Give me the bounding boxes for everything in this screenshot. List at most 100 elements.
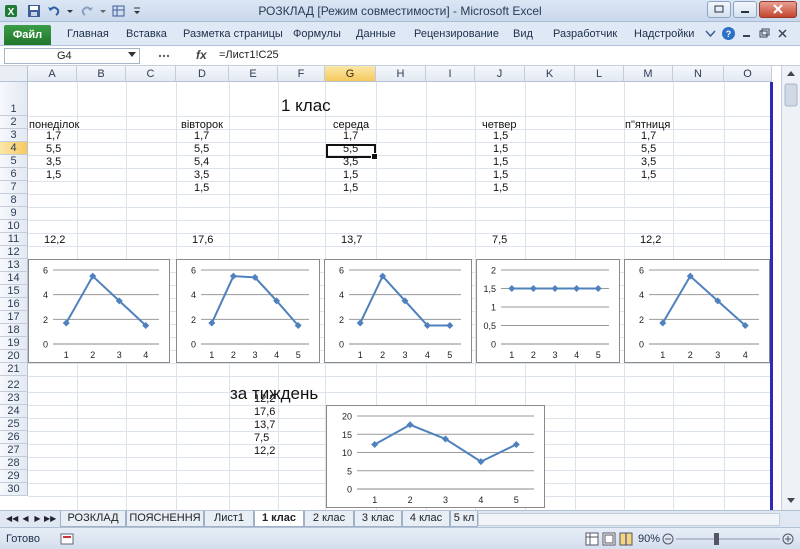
vertical-scrollbar[interactable] — [781, 66, 800, 510]
formula-bar-resize-icon[interactable] — [150, 49, 190, 63]
row-header-13[interactable]: 13 — [0, 259, 28, 272]
sheet-tab-1[interactable]: РОЗКЛАД — [60, 511, 126, 527]
page-break-view-icon[interactable] — [619, 532, 633, 546]
value-friday-1[interactable]: 1,7 — [641, 130, 656, 142]
value-tuesday-3[interactable]: 5,4 — [194, 156, 209, 168]
row-header-16[interactable]: 16 — [0, 298, 28, 311]
tab-file[interactable]: Файл — [4, 25, 51, 45]
week-value-4[interactable]: 7,5 — [254, 432, 269, 444]
sheet-tab-7[interactable]: 4 клас — [402, 511, 450, 527]
row-header-21[interactable]: 21 — [0, 363, 28, 376]
macro-record-icon[interactable] — [60, 532, 74, 546]
help-icon[interactable]: ? — [721, 26, 736, 41]
row-header-19[interactable]: 19 — [0, 337, 28, 350]
value-thursday-2[interactable]: 1,5 — [493, 143, 508, 155]
column-header-o[interactable]: O — [724, 66, 772, 82]
active-cell-selection[interactable] — [326, 144, 378, 160]
column-header-i[interactable]: I — [426, 66, 475, 82]
tab-addins[interactable]: Надстройки — [634, 28, 694, 40]
formula-input[interactable]: =Лист1!C25 — [215, 48, 795, 64]
value-wednesday-5[interactable]: 1,5 — [343, 182, 358, 194]
column-header-j[interactable]: J — [475, 66, 525, 82]
row-header-9[interactable]: 9 — [0, 207, 28, 220]
column-header-g[interactable]: G — [325, 66, 376, 82]
value-tuesday-2[interactable]: 5,5 — [194, 143, 209, 155]
minimize-button[interactable] — [733, 1, 757, 18]
value-tuesday-4[interactable]: 3,5 — [194, 169, 209, 181]
row-header-5[interactable]: 5 — [0, 155, 28, 168]
page-layout-view-icon[interactable] — [602, 532, 616, 546]
zoom-slider[interactable] — [662, 531, 796, 547]
week-value-2[interactable]: 17,6 — [254, 406, 275, 418]
tab-home[interactable]: Главная — [67, 28, 109, 40]
column-header-b[interactable]: B — [77, 66, 126, 82]
column-header-h[interactable]: H — [376, 66, 426, 82]
value-monday-3[interactable]: 3,5 — [46, 156, 61, 168]
value-thursday-1[interactable]: 1,5 — [493, 130, 508, 142]
chart-monday[interactable]: 0 2 4 6 1 2 3 4 — [28, 259, 170, 363]
insert-function-button[interactable]: fx — [196, 48, 207, 62]
row-header-10[interactable]: 10 — [0, 220, 28, 233]
row-header-29[interactable]: 29 — [0, 470, 28, 483]
sheet-tab-2[interactable]: ПОЯСНЕННЯ — [126, 511, 204, 527]
column-header-a[interactable]: A — [28, 66, 77, 82]
column-header-f[interactable]: F — [278, 66, 325, 82]
total-tuesday[interactable]: 17,6 — [192, 234, 213, 246]
heart-collapse-icon[interactable] — [703, 26, 718, 41]
value-thursday-5[interactable]: 1,5 — [493, 182, 508, 194]
value-thursday-3[interactable]: 1,5 — [493, 156, 508, 168]
row-header-26[interactable]: 26 — [0, 431, 28, 444]
tab-page-layout[interactable]: Разметка страницы — [183, 28, 283, 40]
name-box-dropdown-icon[interactable] — [128, 52, 136, 58]
chart-wednesday[interactable]: 0 2 4 6 1 2 3 4 5 — [324, 259, 472, 363]
prev-sheet-button[interactable]: ◀ — [20, 513, 31, 525]
chart-week[interactable]: 0 5 10 15 20 1 2 3 4 5 — [326, 405, 545, 508]
row-header-23[interactable]: 23 — [0, 392, 28, 405]
total-monday[interactable]: 12,2 — [44, 234, 65, 246]
row-header-25[interactable]: 25 — [0, 418, 28, 431]
row-header-17[interactable]: 17 — [0, 311, 28, 324]
column-header-m[interactable]: M — [624, 66, 673, 82]
column-header-l[interactable]: L — [575, 66, 624, 82]
row-header-24[interactable]: 24 — [0, 405, 28, 418]
tab-insert[interactable]: Вставка — [126, 28, 167, 40]
row-header-12[interactable]: 12 — [0, 246, 28, 259]
tab-review[interactable]: Рецензирование — [414, 28, 499, 40]
row-header-2[interactable]: 2 — [0, 116, 28, 129]
value-thursday-4[interactable]: 1,5 — [493, 169, 508, 181]
close-window-button[interactable] — [759, 1, 797, 18]
tab-view[interactable]: Вид — [513, 28, 533, 40]
name-box[interactable]: G4 — [4, 48, 140, 64]
sheet-title-cell[interactable]: 1 клас — [281, 96, 331, 116]
value-wednesday-4[interactable]: 1,5 — [343, 169, 358, 181]
column-header-n[interactable]: N — [673, 66, 724, 82]
sheet-tab-5[interactable]: 2 клас — [304, 511, 354, 527]
tab-developer[interactable]: Разработчик — [553, 28, 617, 40]
value-monday-2[interactable]: 5,5 — [46, 143, 61, 155]
row-header-6[interactable]: 6 — [0, 168, 28, 181]
week-value-5[interactable]: 12,2 — [254, 445, 275, 457]
row-header-1[interactable]: 1 — [0, 82, 28, 116]
chart-thursday[interactable]: 0 0,5 1 1,5 2 1 2 3 4 5 — [476, 259, 620, 363]
normal-view-icon[interactable] — [585, 532, 599, 546]
sheet-tab-4[interactable]: 1 клас — [254, 511, 304, 527]
ribbon-options-button[interactable] — [707, 1, 731, 18]
last-sheet-button[interactable]: ▶▶ — [44, 513, 56, 525]
zoom-level[interactable]: 90% — [638, 533, 660, 545]
row-header-28[interactable]: 28 — [0, 457, 28, 470]
chart-tuesday[interactable]: 0 2 4 6 1 2 3 4 5 — [176, 259, 320, 363]
total-thursday[interactable]: 7,5 — [492, 234, 507, 246]
row-header-7[interactable]: 7 — [0, 181, 28, 194]
horizontal-scrollbar[interactable] — [478, 513, 780, 526]
row-header-8[interactable]: 8 — [0, 194, 28, 207]
row-header-20[interactable]: 20 — [0, 350, 28, 363]
tab-formulas[interactable]: Формулы — [293, 28, 341, 40]
value-wednesday-1[interactable]: 1,7 — [343, 130, 358, 142]
row-header-4[interactable]: 4 — [0, 142, 28, 155]
close-workbook-icon[interactable] — [775, 26, 790, 41]
row-header-15[interactable]: 15 — [0, 285, 28, 298]
value-friday-4[interactable]: 1,5 — [641, 169, 656, 181]
worksheet-grid[interactable]: ABCDEFGHIJKLMNO 1 2 3 4 5 6 7 8 9 10 11 12 13 14 15 16 1… — [0, 66, 800, 510]
row-header-3[interactable]: 3 — [0, 129, 28, 142]
total-wednesday[interactable]: 13,7 — [341, 234, 362, 246]
